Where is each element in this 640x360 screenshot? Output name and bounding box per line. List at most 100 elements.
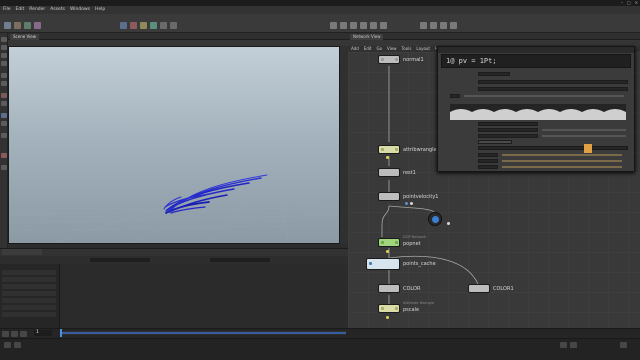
node-pointvelocity1[interactable] — [378, 192, 400, 201]
shelf-tool-icon[interactable] — [440, 22, 447, 29]
param-slider[interactable] — [502, 166, 622, 168]
param-field[interactable] — [450, 94, 460, 98]
shelf-tool-icon[interactable] — [120, 22, 127, 29]
maximize-icon[interactable]: □ — [627, 0, 631, 5]
node-points-cache[interactable] — [366, 258, 400, 270]
shelf-tool-icon[interactable] — [150, 22, 157, 29]
ramp-editor[interactable] — [450, 104, 626, 120]
channel-graph[interactable] — [60, 264, 348, 328]
shelf-tool-icon[interactable] — [450, 22, 457, 29]
shelf-tool-icon[interactable] — [34, 22, 41, 29]
node-rest1[interactable] — [378, 168, 400, 177]
param-field[interactable] — [478, 165, 498, 169]
menu-edit[interactable]: Edit — [16, 7, 25, 13]
timeline-playhead[interactable] — [60, 329, 62, 337]
param-field[interactable] — [478, 80, 628, 84]
interpolation-dropdown[interactable] — [478, 140, 512, 144]
close-icon[interactable]: ✕ — [635, 0, 638, 5]
record-tool-icon[interactable] — [1, 153, 7, 158]
node-bypass-flag[interactable] — [369, 262, 372, 265]
node-normal1[interactable] — [378, 55, 400, 64]
camera-tool-icon[interactable] — [1, 113, 7, 118]
shelf-tool-icon[interactable] — [430, 22, 437, 29]
status-icon[interactable] — [14, 342, 21, 348]
param-slider[interactable] — [502, 154, 622, 156]
play-icon[interactable] — [20, 331, 27, 337]
param-field[interactable] — [478, 134, 538, 138]
param-field[interactable] — [478, 146, 628, 150]
shelf-tool-icon[interactable] — [170, 22, 177, 29]
shelf-tool-icon[interactable] — [24, 22, 31, 29]
shelf-tool-icon[interactable] — [140, 22, 147, 29]
shelf-tool-icon[interactable] — [350, 22, 357, 29]
menu-file[interactable]: File — [3, 7, 11, 13]
move-tool-icon[interactable] — [1, 45, 7, 50]
menu-windows[interactable]: Windows — [70, 7, 90, 13]
force-node[interactable] — [428, 212, 442, 226]
channel-scope-field[interactable] — [210, 258, 270, 262]
node-bypass-flag[interactable] — [381, 58, 384, 61]
shelf-tool-icon[interactable] — [380, 22, 387, 29]
auto-update-icon[interactable] — [620, 342, 627, 348]
param-field[interactable] — [478, 87, 628, 91]
menu-help[interactable]: Help — [95, 7, 105, 13]
rotate-tool-icon[interactable] — [1, 53, 7, 58]
scale-tool-icon[interactable] — [1, 61, 7, 66]
keys-icon[interactable] — [560, 342, 567, 348]
list-item[interactable] — [2, 312, 56, 317]
param-slider[interactable] — [542, 135, 626, 137]
snap-tool-icon[interactable] — [1, 93, 7, 98]
node-color1[interactable] — [468, 284, 490, 293]
menu-assets[interactable]: Assets — [50, 7, 65, 13]
display-tool-icon[interactable] — [1, 133, 7, 138]
param-field[interactable] — [478, 72, 510, 76]
list-item[interactable] — [2, 298, 56, 303]
param-field[interactable] — [478, 122, 538, 126]
list-item[interactable] — [2, 277, 56, 282]
parameter-editor-window[interactable]: 1@ pv = 1Pt; — [437, 46, 635, 172]
param-slider[interactable] — [502, 160, 622, 162]
3d-viewport[interactable] — [8, 46, 340, 244]
param-slider[interactable] — [542, 129, 626, 131]
param-field[interactable] — [478, 153, 498, 157]
param-field[interactable] — [478, 159, 498, 163]
handle-tool-icon[interactable] — [1, 73, 7, 78]
select-tool-icon[interactable] — [1, 37, 7, 42]
node-attribwrangle1[interactable] — [378, 145, 400, 154]
param-field[interactable] — [478, 128, 538, 132]
list-item[interactable] — [2, 305, 56, 310]
vex-code-editor[interactable]: 1@ pv = 1Pt; — [441, 54, 631, 68]
shelf-tool-icon[interactable] — [4, 22, 11, 29]
current-frame-field[interactable]: 1 — [34, 330, 52, 336]
shelf-tool-icon[interactable] — [160, 22, 167, 29]
shelf-tool-icon[interactable] — [340, 22, 347, 29]
node-color[interactable] — [378, 284, 400, 293]
tab-channel-editor[interactable] — [2, 249, 42, 255]
list-item[interactable] — [2, 284, 56, 289]
channels-icon[interactable] — [570, 342, 577, 348]
menu-render[interactable]: Render — [29, 7, 45, 13]
jump-start-icon[interactable] — [2, 331, 9, 337]
shelf-tool-icon[interactable] — [330, 22, 337, 29]
channel-filter-field[interactable] — [90, 258, 150, 262]
shelf-tool-icon[interactable] — [420, 22, 427, 29]
param-slider[interactable] — [464, 95, 624, 97]
node-bypass-flag[interactable] — [381, 241, 384, 244]
node-pscale[interactable] — [378, 304, 400, 313]
node-display-flag[interactable] — [395, 307, 398, 310]
light-tool-icon[interactable] — [1, 121, 7, 126]
shelf-tool-icon[interactable] — [370, 22, 377, 29]
shelf-tool-icon[interactable] — [14, 22, 21, 29]
node-bypass-flag[interactable] — [381, 307, 384, 310]
play-reverse-icon[interactable] — [11, 331, 18, 337]
pose-tool-icon[interactable] — [1, 81, 7, 86]
ramp-color-swatch[interactable] — [584, 144, 592, 153]
node-display-flag[interactable] — [395, 241, 398, 244]
grid-tool-icon[interactable] — [1, 165, 7, 170]
view-tool-icon[interactable] — [1, 101, 7, 106]
node-bypass-flag[interactable] — [381, 148, 384, 151]
minimize-icon[interactable]: – — [621, 0, 623, 5]
node-display-flag[interactable] — [395, 58, 398, 61]
parameter-editor-title[interactable] — [438, 47, 634, 53]
node-display-flag[interactable] — [395, 148, 398, 151]
